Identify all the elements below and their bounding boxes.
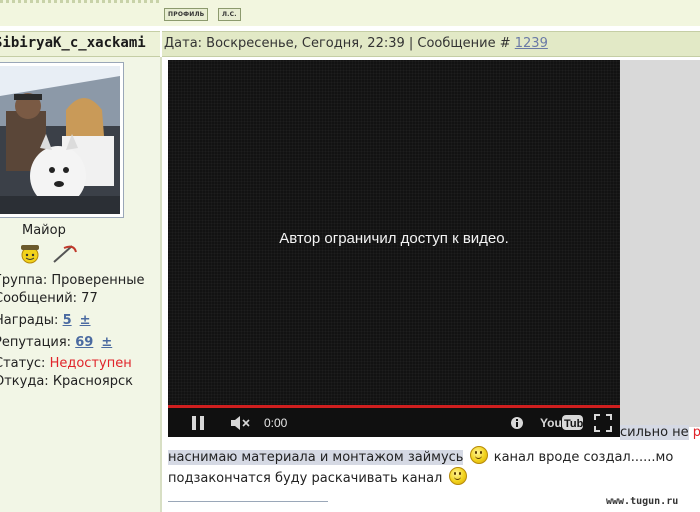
user-sidebar: Майор Группа: Проверенные Сообщений: 77 … <box>0 57 160 512</box>
smile-icon <box>448 467 467 485</box>
pause-icon[interactable] <box>190 415 206 431</box>
user-group: Группа: Проверенные <box>0 273 145 288</box>
post-meta-header: Дата: Воскресенье, Сегодня, 22:39 | Сооб… <box>162 31 700 57</box>
user-messages: Сообщений: 77 <box>0 291 98 306</box>
rank-badges <box>20 242 80 268</box>
site-watermark: www.tugun.ru <box>606 496 679 507</box>
awards-link[interactable]: 5 <box>63 313 72 328</box>
post-text-line2-rest: канал вроде создал......мо <box>493 450 674 465</box>
group-value: Проверенные <box>51 273 145 288</box>
profile-button[interactable]: ПРОФИЛЬ <box>164 8 209 21</box>
post-separator <box>168 501 328 502</box>
top-toolbar: ПРОФИЛЬ Л.С. <box>0 0 700 26</box>
status-label: Статус: <box>0 356 46 371</box>
messages-label: Сообщений: <box>0 291 78 306</box>
post-text-line1: сильно не р <box>620 425 700 440</box>
post-text-highlight: наснимаю материала и монтажом займусь <box>168 450 464 465</box>
user-status: Статус: Недоступен <box>0 356 132 371</box>
post-date: Дата: Воскресенье, Сегодня, 22:39 | Сооб… <box>164 36 548 51</box>
officer-badge-icon <box>21 245 39 264</box>
svg-text:Tube: Tube <box>564 418 584 430</box>
awards-label: Награды: <box>0 313 59 328</box>
fullscreen-icon[interactable] <box>594 414 612 432</box>
post-text-line1-tail: сильно не <box>620 425 689 440</box>
reputation-plus-button[interactable]: ± <box>101 335 112 350</box>
column-divider <box>160 57 162 512</box>
user-awards: Награды: 5 ± <box>0 313 91 328</box>
group-label: Группа: <box>0 273 48 288</box>
mute-icon[interactable] <box>230 415 252 431</box>
avatar-frame <box>0 62 124 218</box>
status-value: Недоступен <box>49 356 132 371</box>
video-side-area <box>620 60 700 427</box>
post-text-line3: подзакончатся буду раскачивать канал <box>168 467 469 486</box>
youtube-logo[interactable]: You Tube <box>540 414 589 431</box>
weapon-badge-icon <box>53 245 77 263</box>
user-location: Откуда: Красноярск <box>0 374 133 389</box>
top-decoration <box>0 0 160 3</box>
message-number-link[interactable]: 1239 <box>515 36 548 51</box>
user-reputation: Репутация: 69 ± <box>0 335 112 350</box>
info-icon[interactable] <box>510 416 524 430</box>
post-text-overflow: р <box>692 425 700 440</box>
user-rank: Майор <box>22 223 66 238</box>
post-date-text: Дата: Воскресенье, Сегодня, 22:39 | Сооб… <box>164 36 511 51</box>
video-time: 0:00 <box>264 416 288 430</box>
video-controls: 0:00 You Tube <box>168 408 620 437</box>
messages-value: 77 <box>81 291 98 306</box>
video-player[interactable]: Автор ограничил доступ к видео. 0:00 You… <box>168 60 620 437</box>
private-message-button[interactable]: Л.С. <box>218 8 241 21</box>
post-text-line2: наснимаю материала и монтажом займусь ка… <box>168 446 673 465</box>
username[interactable]: SibiryaK_c_xackami <box>0 35 146 51</box>
reputation-label: Репутация: <box>0 335 72 350</box>
svg-text:You: You <box>540 416 562 430</box>
post-text-line3-body: подзакончатся буду раскачивать канал <box>168 471 443 486</box>
awards-plus-button[interactable]: ± <box>80 313 91 328</box>
location-value: Красноярск <box>52 374 133 389</box>
smile-icon <box>469 446 488 464</box>
video-restricted-message: Автор ограничил доступ к видео. <box>279 230 509 247</box>
location-label: Откуда: <box>0 374 49 389</box>
post-author-header: SibiryaK_c_xackami <box>0 31 160 57</box>
avatar[interactable] <box>0 66 120 214</box>
reputation-link[interactable]: 69 <box>75 335 93 350</box>
